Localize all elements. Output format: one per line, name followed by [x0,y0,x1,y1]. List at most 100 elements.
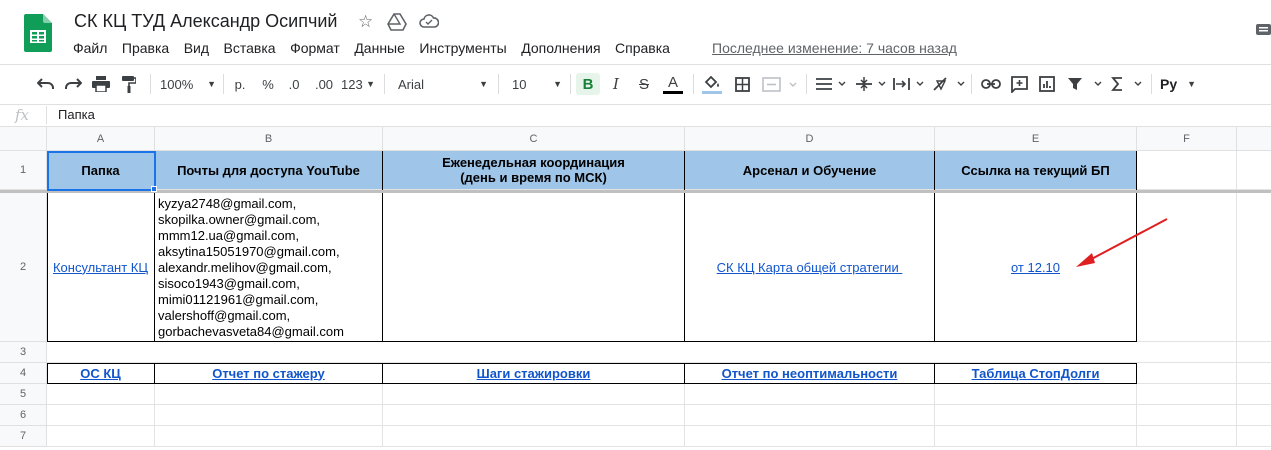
horizontal-align-icon[interactable] [814,73,848,95]
insert-chart-icon[interactable] [1036,73,1058,95]
cell-c7[interactable] [383,426,685,447]
row-header-7[interactable]: 7 [0,426,47,447]
cell-a5[interactable] [47,384,155,405]
column-header-a[interactable]: A [47,127,155,151]
cell-g7[interactable] [1237,426,1271,447]
cell-f3[interactable] [1137,342,1237,363]
font-family-select[interactable]: Arial ▼ [398,73,488,95]
cell-d5[interactable] [685,384,935,405]
cell-c2[interactable] [383,193,685,342]
current-bp-link[interactable]: от 12.10 [1011,260,1060,275]
filter-icon[interactable] [1065,73,1105,95]
cell-e7[interactable] [935,426,1137,447]
cell-d6[interactable] [685,405,935,426]
cell-f1[interactable] [1137,151,1237,190]
column-header-g[interactable] [1237,127,1271,151]
cell-f7[interactable] [1137,426,1237,447]
menu-view[interactable]: Вид [184,40,209,58]
cell-f4[interactable] [1137,363,1237,384]
strategy-map-link[interactable]: СК КЦ Карта общей стратегии [717,260,903,275]
font-size-select[interactable]: 10 ▼ [512,73,562,95]
cell-c5[interactable] [383,384,685,405]
menu-edit[interactable]: Правка [122,40,169,58]
cell-g5[interactable] [1237,384,1271,405]
cell-c4[interactable]: Шаги стажировки [383,363,685,384]
cell-b7[interactable] [155,426,383,447]
cloud-saved-icon[interactable] [419,14,440,34]
cell-c1[interactable]: Еженедельная координация (день и время п… [383,151,685,190]
insert-comment-icon[interactable] [1008,73,1030,95]
menu-help[interactable]: Справка [615,40,670,58]
cell-b4[interactable]: Отчет по стажеру [155,363,383,384]
cell-g2[interactable] [1237,193,1271,342]
functions-icon[interactable] [1111,73,1143,95]
insert-link-icon[interactable] [980,73,1002,95]
row-header-4[interactable]: 4 [0,363,47,384]
cell-a4[interactable]: ОС КЦ [47,363,155,384]
row-header-3[interactable]: 3 [0,342,47,363]
format-currency-button[interactable]: р. [232,73,248,95]
menu-insert[interactable]: Вставка [224,40,276,58]
move-to-drive-icon[interactable] [387,13,407,36]
menu-tools[interactable]: Инструменты [419,40,506,58]
cell-e4[interactable]: Таблица СтопДолги [935,363,1137,384]
column-header-e[interactable]: E [935,127,1137,151]
document-title[interactable]: СК КЦ ТУД Александр Осипчий [74,11,337,32]
cell-a7[interactable] [47,426,155,447]
print-icon[interactable] [90,73,112,95]
sheets-logo-icon[interactable] [24,14,52,52]
cell-b2[interactable]: kyzya2748@gmail.com, skopilka.owner@gmai… [155,193,383,342]
italic-button[interactable]: I [606,73,626,95]
number-format-select[interactable]: 123 ▼ [341,73,375,95]
row-header-1[interactable]: 1 [0,151,47,190]
last-edit-link[interactable]: Последнее изменение: 7 часов назад [712,40,957,56]
cell-d4[interactable]: Отчет по неоптимальности [685,363,935,384]
cell-b1[interactable]: Почты для доступа YouTube [155,151,383,190]
cell-g1[interactable] [1237,151,1271,190]
borders-icon[interactable] [731,73,753,95]
zoom-select[interactable]: 100% ▼ [160,73,216,95]
column-header-d[interactable]: D [685,127,935,151]
cell-d2[interactable]: СК КЦ Карта общей стратегии [685,193,935,342]
cell-e1[interactable]: Ссылка на текущий БП [935,151,1137,190]
menu-data[interactable]: Данные [354,40,405,58]
column-header-b[interactable]: B [155,127,383,151]
cell-d1[interactable]: Арсенал и Обучение [685,151,935,190]
cell-f5[interactable] [1137,384,1237,405]
stop-debts-table-link[interactable]: Таблица СтопДолги [972,366,1100,381]
menu-file[interactable]: Файл [73,40,107,58]
menu-addons[interactable]: Дополнения [521,40,600,58]
redo-icon[interactable] [62,73,84,95]
cell-b5[interactable] [155,384,383,405]
os-kc-link[interactable]: ОС КЦ [80,366,121,381]
cell-b6[interactable] [155,405,383,426]
cell-a2[interactable]: Консультант КЦ [47,193,155,342]
column-header-f[interactable]: F [1137,127,1237,151]
cell-a1[interactable]: Папка [47,151,155,190]
bold-button[interactable]: B [576,73,600,95]
cell-d7[interactable] [685,426,935,447]
text-rotation-icon[interactable] [932,73,966,95]
format-percent-button[interactable]: % [260,73,276,95]
cell-g4[interactable] [1237,363,1271,384]
internship-steps-link[interactable]: Шаги стажировки [477,366,591,381]
undo-icon[interactable] [35,73,57,95]
trainee-report-link[interactable]: Отчет по стажеру [212,366,325,381]
row-header-6[interactable]: 6 [0,405,47,426]
select-all-corner[interactable] [0,127,47,151]
row-3-cells[interactable] [47,342,1137,363]
cell-g6[interactable] [1237,405,1271,426]
text-wrap-icon[interactable] [893,73,925,95]
row-header-5[interactable]: 5 [0,384,47,405]
paint-format-icon[interactable] [118,73,140,95]
vertical-align-icon[interactable] [855,73,887,95]
cell-a6[interactable] [47,405,155,426]
text-color-button[interactable]: A [661,73,685,95]
input-tools-button[interactable]: Py ▼ [1160,73,1196,95]
decrease-decimal-button[interactable]: .0 [284,73,304,95]
column-header-c[interactable]: C [383,127,685,151]
row-header-2[interactable]: 2 [0,193,47,342]
merge-cells-icon[interactable] [760,73,800,95]
cell-g3[interactable] [1237,342,1271,363]
strikethrough-button[interactable]: S [634,73,654,95]
